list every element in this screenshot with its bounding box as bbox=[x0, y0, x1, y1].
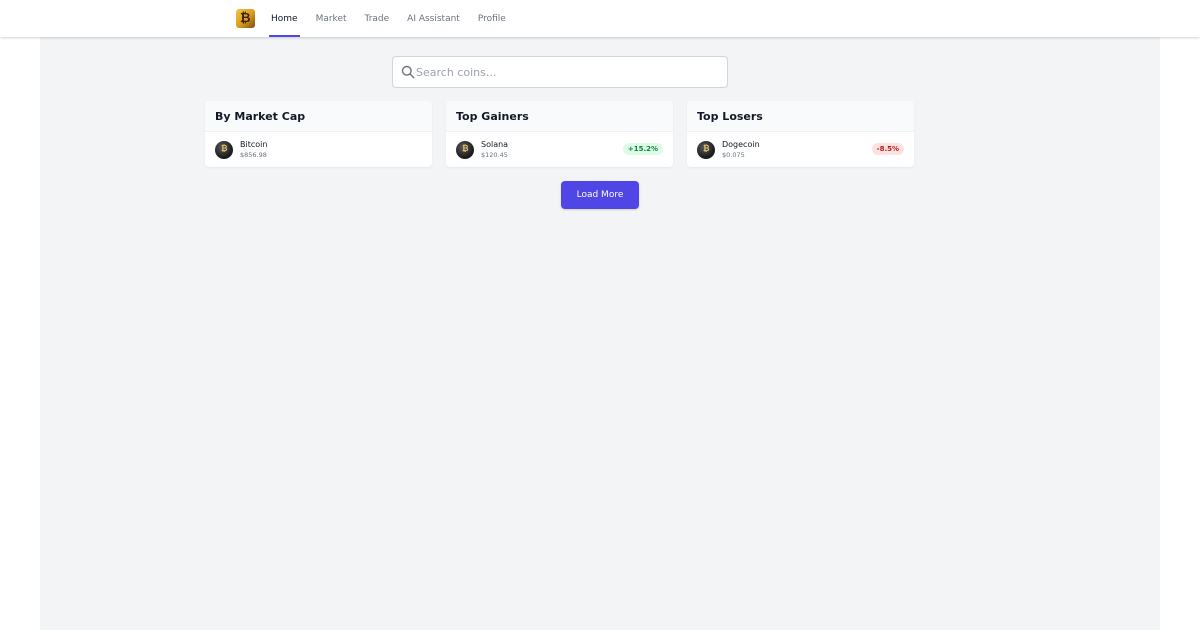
app-background bbox=[40, 0, 1160, 630]
load-more-button[interactable]: Load More bbox=[561, 181, 639, 209]
tab-ai-assistant[interactable]: AI Assistant bbox=[398, 0, 469, 37]
card-title: By Market Cap bbox=[205, 101, 432, 132]
tab-market[interactable]: Market bbox=[307, 0, 356, 37]
coin-cards: By Market Cap ₿ Bitcoin $856.98 Top Gain… bbox=[205, 101, 914, 167]
top-navbar: ₿ Home Market Trade AI Assistant Profile bbox=[0, 0, 1200, 37]
coin-icon: ₿ bbox=[462, 143, 469, 153]
tab-home[interactable]: Home bbox=[262, 0, 307, 37]
tab-profile[interactable]: Profile bbox=[469, 0, 515, 37]
card-market-cap: By Market Cap ₿ Bitcoin $856.98 bbox=[205, 101, 432, 167]
tab-trade[interactable]: Trade bbox=[356, 0, 399, 37]
coin-price: $0.075 bbox=[722, 151, 745, 159]
card-title: Top Losers bbox=[687, 101, 914, 132]
search-input[interactable] bbox=[415, 57, 715, 87]
coin-row-solana[interactable]: ₿ Solana $120.45 +15.2% bbox=[446, 132, 673, 167]
coin-name: Dogecoin bbox=[722, 140, 760, 149]
coin-price: $856.98 bbox=[240, 151, 267, 159]
coin-row-bitcoin[interactable]: ₿ Bitcoin $856.98 bbox=[205, 132, 432, 167]
change-badge: +15.2% bbox=[622, 143, 663, 155]
card-top-gainers: Top Gainers ₿ Solana $120.45 +15.2% bbox=[446, 101, 673, 167]
search-icon bbox=[401, 65, 415, 79]
coin-avatar: ₿ bbox=[215, 140, 233, 159]
coin-name: Solana bbox=[481, 140, 509, 149]
coin-avatar: ₿ bbox=[456, 140, 474, 159]
coin-icon: ₿ bbox=[221, 143, 228, 153]
card-title: Top Gainers bbox=[446, 101, 673, 132]
card-top-losers: Top Losers ₿ Dogecoin $0.075 -8.5% bbox=[687, 101, 914, 167]
bitcoin-logo-icon: ₿ bbox=[240, 11, 251, 26]
logo[interactable]: ₿ bbox=[236, 9, 255, 28]
nav-tabs: Home Market Trade AI Assistant Profile bbox=[262, 0, 515, 37]
coin-row-dogecoin[interactable]: ₿ Dogecoin $0.075 -8.5% bbox=[687, 132, 914, 167]
coin-price: $120.45 bbox=[481, 151, 508, 159]
coin-name: Bitcoin bbox=[240, 140, 268, 149]
coin-icon: ₿ bbox=[703, 143, 710, 153]
search-box bbox=[392, 56, 728, 88]
coin-avatar: ₿ bbox=[697, 140, 715, 159]
change-badge: -8.5% bbox=[871, 143, 904, 155]
